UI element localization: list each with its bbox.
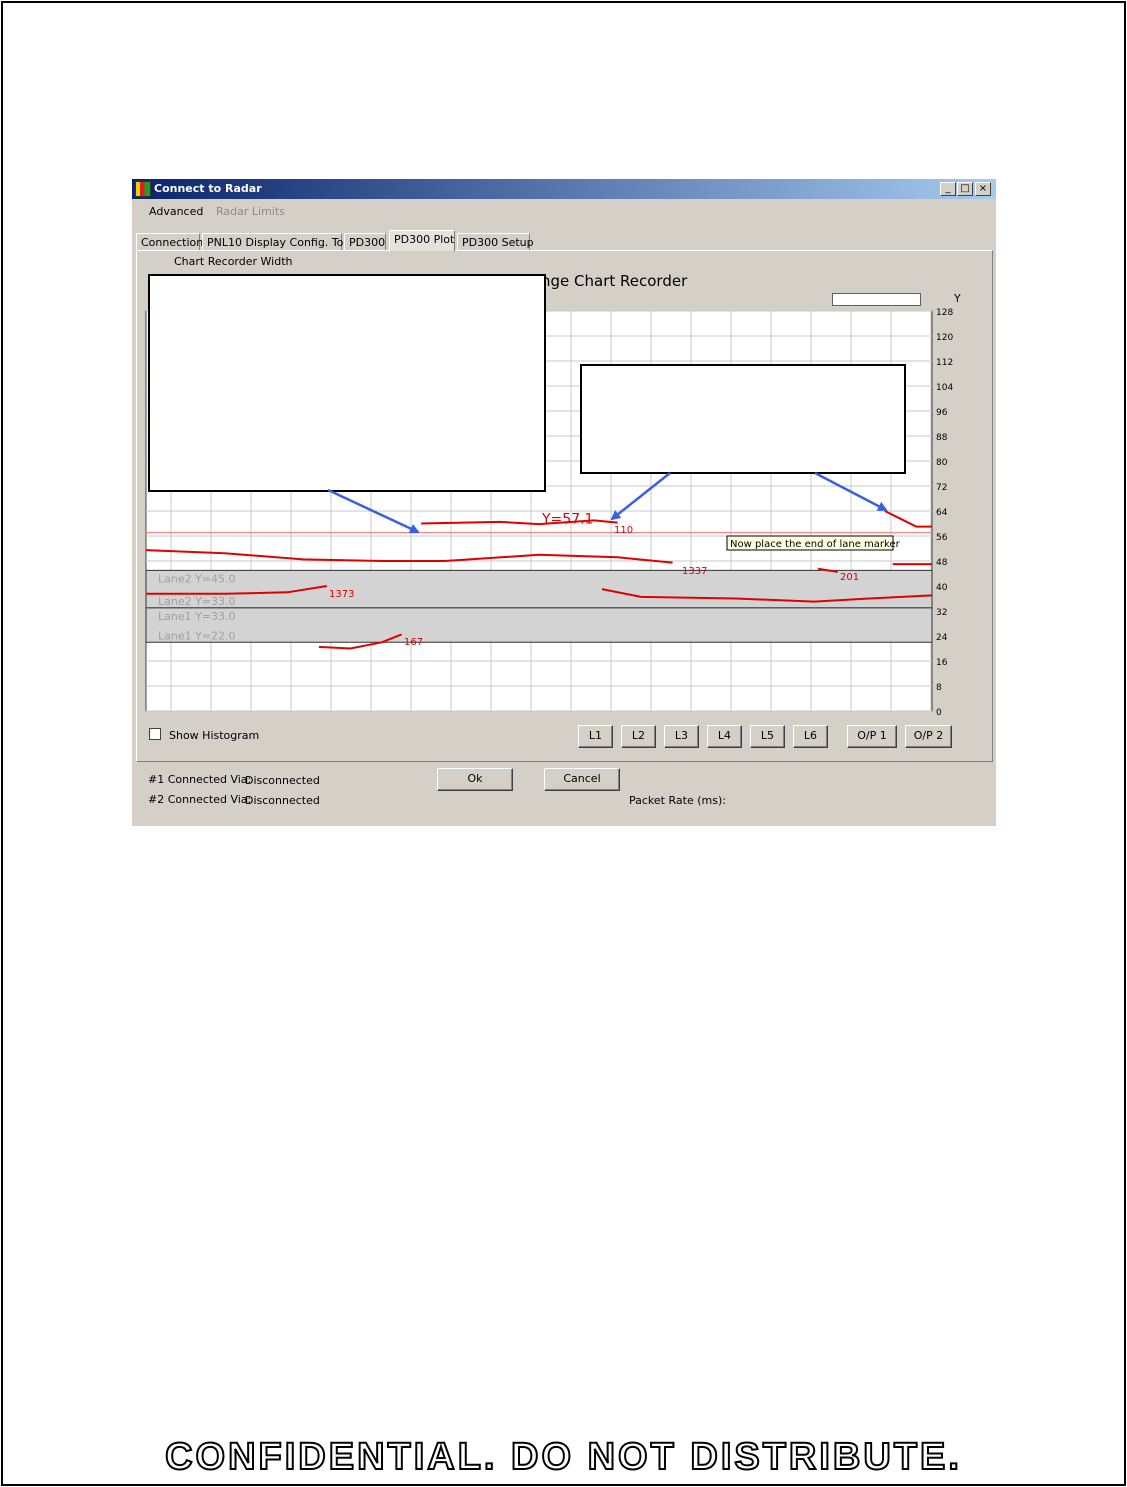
show-histogram-checkbox[interactable] (149, 728, 161, 740)
packet-rate-label: Packet Rate (ms): (629, 794, 726, 807)
connection-1-value: Disconnected (245, 774, 320, 787)
connection-2-label: #2 Connected Via: (148, 793, 252, 806)
title-bar[interactable]: Connect to Radar _ □ × (132, 179, 996, 199)
annotation-callout-left (148, 274, 546, 492)
chart-recorder-width-label: Chart Recorder Width (174, 255, 293, 268)
lane-button-l4[interactable]: L4 (707, 725, 742, 748)
confidential-footer: CONFIDENTIAL. DO NOT DISTRIBUTE. (164, 1435, 962, 1479)
chart-title: nge Chart Recorder (541, 272, 688, 290)
menu-bar: Advanced Radar Limits (132, 199, 996, 223)
ok-button[interactable]: Ok (437, 768, 513, 791)
tab-pnl10-display-config[interactable]: PNL10 Display Config. Tool (202, 233, 353, 251)
tab-connection[interactable]: Connection (136, 233, 203, 251)
menu-radar-limits[interactable]: Radar Limits (216, 205, 285, 218)
minimize-button[interactable]: _ (940, 182, 956, 196)
connection-2-value: Disconnected (245, 794, 320, 807)
output-button-2[interactable]: O/P 2 (905, 725, 952, 748)
lane-button-l1[interactable]: L1 (578, 725, 613, 748)
window-title: Connect to Radar (154, 182, 262, 195)
lane-button-l2[interactable]: L2 (621, 725, 656, 748)
lane-button-l5[interactable]: L5 (750, 725, 785, 748)
output-button-1[interactable]: O/P 1 (847, 725, 897, 748)
menu-advanced[interactable]: Advanced (149, 205, 203, 218)
show-histogram-label: Show Histogram (169, 729, 260, 742)
connection-1-label: #1 Connected Via: (148, 773, 252, 786)
progress-indicator (832, 293, 921, 306)
tab-pd300-plot[interactable]: PD300 Plot (389, 230, 455, 252)
cancel-button[interactable]: Cancel (544, 768, 620, 791)
annotation-callout-right (580, 364, 906, 474)
close-button[interactable]: × (975, 182, 991, 196)
app-icon (135, 181, 151, 197)
tab-pd300[interactable]: PD300 (344, 233, 386, 251)
lane-button-l3[interactable]: L3 (664, 725, 699, 748)
lane-button-l6[interactable]: L6 (793, 725, 828, 748)
maximize-button[interactable]: □ (957, 182, 973, 196)
tab-pd300-setup[interactable]: PD300 Setup (457, 233, 534, 251)
